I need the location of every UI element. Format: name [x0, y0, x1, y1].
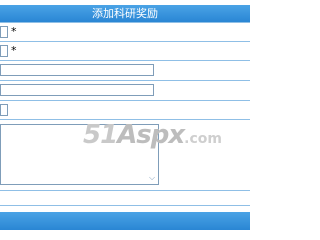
field-4-input[interactable] — [0, 84, 154, 96]
row-separator — [0, 41, 250, 42]
field-2-input[interactable] — [0, 45, 8, 57]
row-separator — [0, 22, 250, 23]
form-footer-bar — [0, 212, 250, 230]
row-separator — [0, 100, 250, 101]
row-separator — [0, 80, 250, 81]
field-3-input[interactable] — [0, 64, 154, 76]
field-5-input[interactable] — [0, 104, 8, 116]
watermark-logo: 51Aspx.com — [83, 120, 222, 150]
row-separator — [0, 190, 250, 191]
required-mark: * — [11, 25, 17, 38]
field-1-input[interactable] — [0, 26, 8, 38]
form-title: 添加科研奖励 — [92, 7, 158, 20]
row-separator — [0, 60, 250, 61]
required-mark: * — [11, 44, 17, 57]
row-separator — [0, 205, 250, 206]
scroll-down-icon[interactable]: ⌵ — [148, 174, 156, 182]
form-title-bar: 添加科研奖励 — [0, 5, 250, 22]
